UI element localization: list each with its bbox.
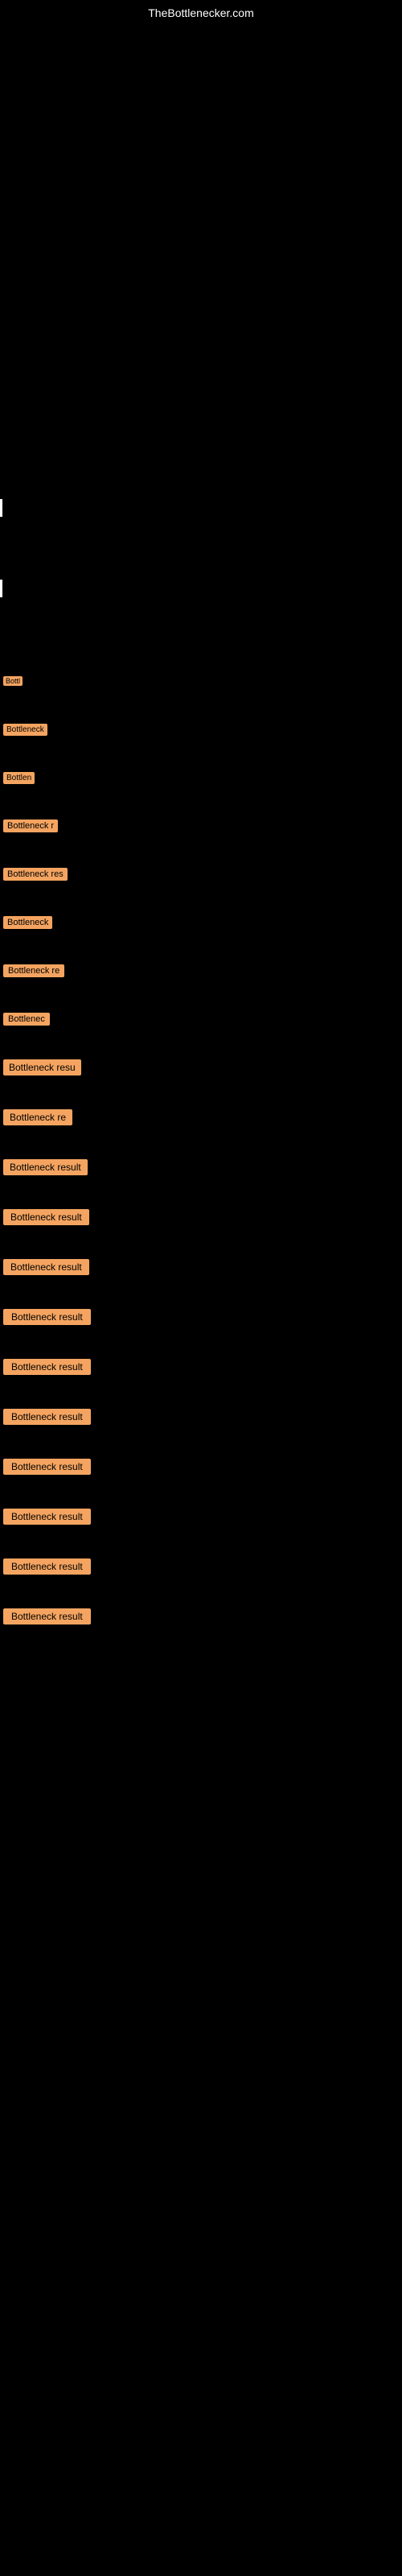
list-item[interactable]: Bottlen bbox=[0, 765, 402, 789]
list-item[interactable]: Bottleneck bbox=[0, 716, 402, 741]
bottleneck-badge: Bottleneck result bbox=[3, 1159, 88, 1175]
bottleneck-badge: Bottleneck r bbox=[3, 819, 58, 832]
list-item[interactable]: Bottleneck re bbox=[0, 1104, 402, 1130]
bottleneck-badge: Bottleneck re bbox=[3, 1109, 72, 1125]
bottleneck-badge: Bottleneck bbox=[3, 724, 47, 736]
bottleneck-badge: Bottleneck re bbox=[3, 964, 64, 977]
bottleneck-badge: Bottlenec bbox=[3, 1013, 50, 1026]
list-item[interactable]: Bottleneck result bbox=[0, 1404, 402, 1430]
list-item[interactable]: Bottleneck bbox=[0, 910, 402, 934]
list-item[interactable]: Bottleneck result bbox=[0, 1154, 402, 1180]
bottleneck-badge: Bottleneck resu bbox=[3, 1059, 81, 1075]
bottleneck-badge: Bottl bbox=[3, 676, 23, 686]
bottleneck-badge: Bottleneck result bbox=[3, 1608, 91, 1624]
cursor-line-1 bbox=[0, 499, 2, 517]
bottleneck-badge: Bottlen bbox=[3, 772, 35, 784]
list-item[interactable]: Bottleneck result bbox=[0, 1504, 402, 1530]
bottleneck-badge: Bottleneck result bbox=[3, 1459, 91, 1475]
site-title: TheBottlenecker.com bbox=[148, 6, 254, 19]
list-item[interactable]: Bottleneck re bbox=[0, 958, 402, 982]
bottleneck-badge: Bottleneck result bbox=[3, 1359, 91, 1375]
list-item[interactable]: Bottleneck res bbox=[0, 861, 402, 886]
bottleneck-items-container: Bottl Bottleneck Bottlen Bottleneck r Bo… bbox=[0, 668, 402, 1629]
bottleneck-badge: Bottleneck result bbox=[3, 1509, 91, 1525]
bottleneck-badge: Bottleneck bbox=[3, 916, 52, 929]
list-item[interactable]: Bottleneck result bbox=[0, 1604, 402, 1629]
bottleneck-badge: Bottleneck result bbox=[3, 1558, 91, 1575]
main-content: TheBottlenecker.com Bottl Bottleneck Bot… bbox=[0, 0, 402, 644]
list-item[interactable]: Bottleneck r bbox=[0, 813, 402, 837]
list-item[interactable]: Bottlenec bbox=[0, 1006, 402, 1030]
list-item[interactable]: Bottleneck result bbox=[0, 1554, 402, 1579]
list-item[interactable]: Bottl bbox=[0, 668, 402, 692]
list-item[interactable]: Bottleneck result bbox=[0, 1454, 402, 1480]
list-item[interactable]: Bottleneck result bbox=[0, 1354, 402, 1380]
bottleneck-badge: Bottleneck result bbox=[3, 1309, 91, 1325]
list-item[interactable]: Bottleneck result bbox=[0, 1304, 402, 1330]
list-item[interactable]: Bottleneck result bbox=[0, 1254, 402, 1280]
bottleneck-badge: Bottleneck result bbox=[3, 1409, 91, 1425]
list-item[interactable]: Bottleneck result bbox=[0, 1204, 402, 1230]
bottleneck-badge: Bottleneck result bbox=[3, 1209, 89, 1225]
bottleneck-badge: Bottleneck result bbox=[3, 1259, 89, 1275]
list-item[interactable]: Bottleneck resu bbox=[0, 1055, 402, 1080]
bottleneck-badge: Bottleneck res bbox=[3, 868, 68, 881]
cursor-line-2 bbox=[0, 580, 2, 597]
